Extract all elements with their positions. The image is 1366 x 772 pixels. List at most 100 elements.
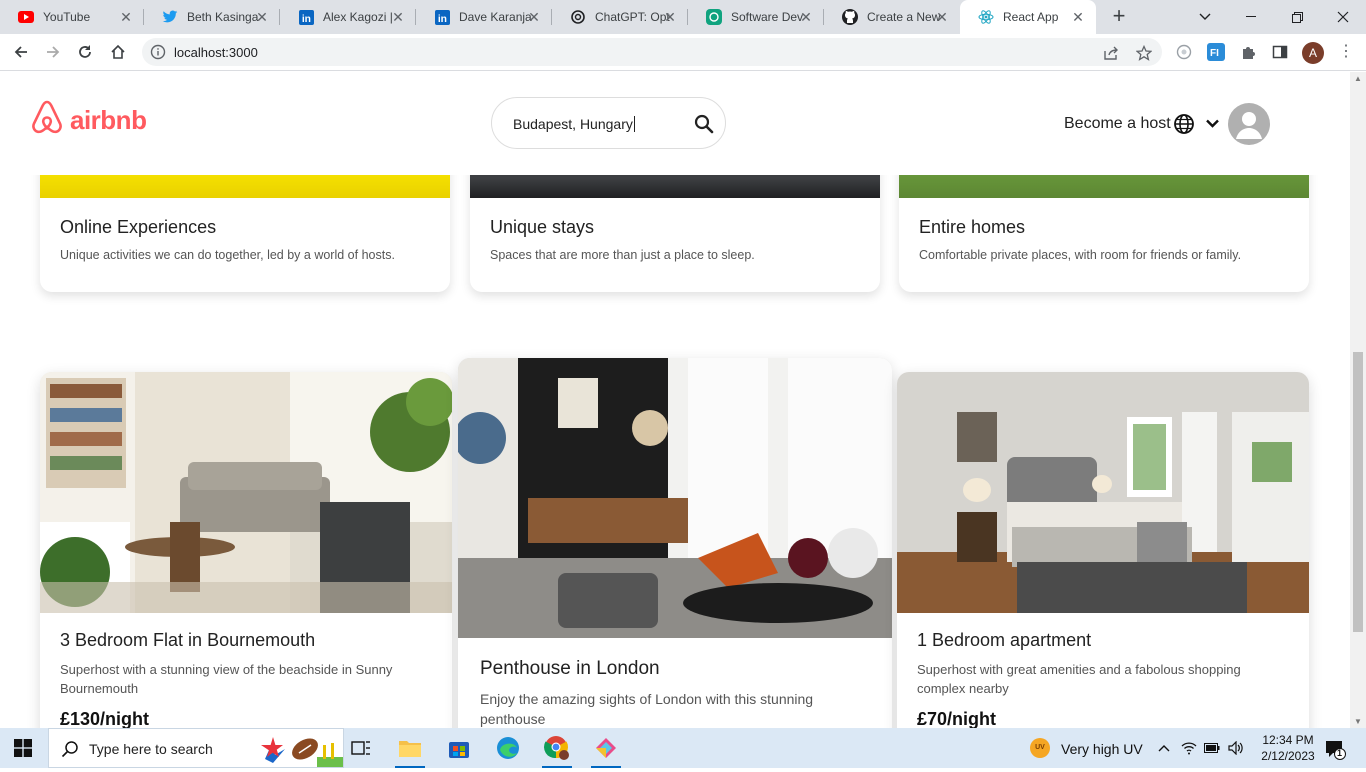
search-input[interactable]: Budapest, Hungary <box>491 97 726 149</box>
page-scrollbar[interactable]: ▲ ▼ <box>1350 72 1366 728</box>
back-button[interactable] <box>9 40 33 64</box>
taskbar-search-box[interactable]: Type here to search <box>48 728 344 768</box>
close-icon[interactable]: ✕ <box>662 9 678 25</box>
restore-button[interactable] <box>1274 0 1320 34</box>
close-icon[interactable]: ✕ <box>118 9 134 25</box>
youtube-icon <box>18 9 34 25</box>
listing-title: Penthouse in London <box>480 658 660 679</box>
volume-icon[interactable] <box>1228 740 1244 756</box>
close-icon[interactable]: ✕ <box>1070 9 1086 25</box>
listing-photo <box>897 372 1309 613</box>
taskbar-search-placeholder: Type here to search <box>89 741 213 757</box>
home-button[interactable] <box>106 40 130 64</box>
tab-search-chevron-icon[interactable] <box>1182 0 1228 34</box>
clock-time: 12:34 PM <box>1262 733 1314 747</box>
close-icon[interactable]: ✕ <box>798 9 814 25</box>
listing-price: £130/night <box>60 709 150 728</box>
listing-card-london[interactable]: Penthouse in London Enjoy the amazing si… <box>458 358 892 728</box>
category-description: Spaces that are more than just a place t… <box>490 248 755 262</box>
chevron-down-icon[interactable] <box>1205 116 1220 131</box>
reload-button[interactable] <box>73 40 97 64</box>
browser-profile-avatar[interactable]: A <box>1302 42 1324 64</box>
category-description: Unique activities we can do together, le… <box>60 248 395 262</box>
notification-center-icon[interactable]: 1 <box>1324 738 1346 760</box>
close-window-button[interactable] <box>1320 0 1366 34</box>
fi-extension-icon[interactable]: FI <box>1206 42 1226 62</box>
listing-description-line: Superhost with a stunning view of the be… <box>60 662 393 677</box>
file-explorer-icon[interactable] <box>387 728 433 768</box>
text-caret <box>634 116 635 132</box>
system-clock[interactable]: 12:34 PM 2/12/2023 <box>1254 732 1322 764</box>
category-title: Online Experiences <box>60 217 217 237</box>
github-icon <box>842 9 858 25</box>
more-menu-icon[interactable]: ⋮ <box>1336 42 1356 62</box>
windows-start-icon[interactable] <box>14 739 32 757</box>
puzzle-extensions-icon[interactable] <box>1238 42 1258 62</box>
category-title: Unique stays <box>490 217 595 237</box>
extension-icon[interactable] <box>1174 42 1194 62</box>
tab-title: YouTube <box>43 10 91 24</box>
chevron-up-icon[interactable] <box>1156 740 1172 756</box>
minimize-button[interactable] <box>1228 0 1274 34</box>
scroll-down-icon[interactable]: ▼ <box>1354 717 1362 726</box>
listing-photo <box>40 372 452 613</box>
browser-toolbar: localhost:3000 FI A ⋮ <box>0 34 1366 71</box>
page-viewport: Online Experiences Unique activities we … <box>0 72 1350 728</box>
listing-card-bournemouth[interactable]: 3 Bedroom Flat in Bournemouth Superhost … <box>40 372 452 728</box>
tab-youtube[interactable]: YouTube ✕ <box>0 0 144 34</box>
linkedin-icon: in <box>434 9 450 25</box>
listing-photo <box>458 358 892 638</box>
address-bar[interactable]: localhost:3000 <box>142 38 1162 66</box>
battery-icon[interactable] <box>1204 740 1220 756</box>
openai-icon <box>706 9 722 25</box>
listing-description-line: Bournemouth <box>60 681 139 696</box>
new-tab-button[interactable]: + <box>1108 5 1130 28</box>
user-avatar[interactable] <box>1228 103 1270 145</box>
tab-software-dev[interactable]: Software Dev ✕ <box>688 0 824 34</box>
tab-dave-karanja[interactable]: in Dave Karanja ✕ <box>416 0 552 34</box>
uv-weather-icon[interactable]: UV <box>1030 738 1050 758</box>
svg-text:FI: FI <box>1210 48 1219 59</box>
side-panel-icon[interactable] <box>1270 42 1290 62</box>
tab-create-new[interactable]: Create a New ✕ <box>824 0 960 34</box>
airbnb-logo-icon <box>30 100 64 141</box>
tab-beth-kasinga[interactable]: Beth Kasinga ✕ <box>144 0 280 34</box>
task-view-icon[interactable] <box>338 728 384 768</box>
chrome-browser-icon[interactable] <box>534 728 580 768</box>
search-icon[interactable] <box>694 114 714 134</box>
close-icon[interactable]: ✕ <box>526 9 542 25</box>
svg-text:in: in <box>437 14 446 25</box>
close-icon[interactable]: ✕ <box>934 9 950 25</box>
airbnb-logo[interactable]: airbnb <box>30 100 147 141</box>
become-a-host-link[interactable]: Become a host <box>1064 115 1171 133</box>
tab-react-app[interactable]: React App ✕ <box>960 0 1096 34</box>
globe-icon[interactable] <box>1173 113 1195 135</box>
app-icon[interactable] <box>583 728 629 768</box>
wifi-icon[interactable] <box>1181 740 1197 756</box>
bookmark-star-icon[interactable] <box>1134 43 1154 63</box>
info-icon[interactable] <box>150 44 166 60</box>
scroll-up-icon[interactable]: ▲ <box>1354 74 1362 83</box>
logo-wordmark: airbnb <box>70 105 147 135</box>
listing-description-line: penthouse <box>480 711 546 727</box>
weather-status-text[interactable]: Very high UV <box>1061 741 1143 757</box>
listing-description-line: Superhost with great amenities and a fab… <box>917 662 1241 677</box>
react-icon <box>978 9 994 25</box>
linkedin-icon: in <box>298 9 314 25</box>
close-icon[interactable]: ✕ <box>390 9 406 25</box>
scrollbar-thumb[interactable] <box>1353 352 1363 632</box>
listing-card-1-bedroom[interactable]: 1 Bedroom apartment Superhost with great… <box>897 372 1309 728</box>
tab-chatgpt[interactable]: ChatGPT: Opt ✕ <box>552 0 688 34</box>
microsoft-store-icon[interactable] <box>436 728 482 768</box>
edge-browser-icon[interactable] <box>485 728 531 768</box>
tab-alex-kagozi[interactable]: in Alex Kagozi | ✕ <box>280 0 416 34</box>
category-title: Entire homes <box>919 217 1026 237</box>
share-icon[interactable] <box>1101 43 1121 63</box>
category-description: Comfortable private places, with room fo… <box>919 248 1242 262</box>
openai-icon <box>570 9 586 25</box>
close-icon[interactable]: ✕ <box>254 9 270 25</box>
url-text[interactable]: localhost:3000 <box>174 45 258 60</box>
forward-button[interactable] <box>41 40 65 64</box>
search-icon <box>61 740 79 758</box>
search-input-value[interactable]: Budapest, Hungary <box>513 116 633 132</box>
